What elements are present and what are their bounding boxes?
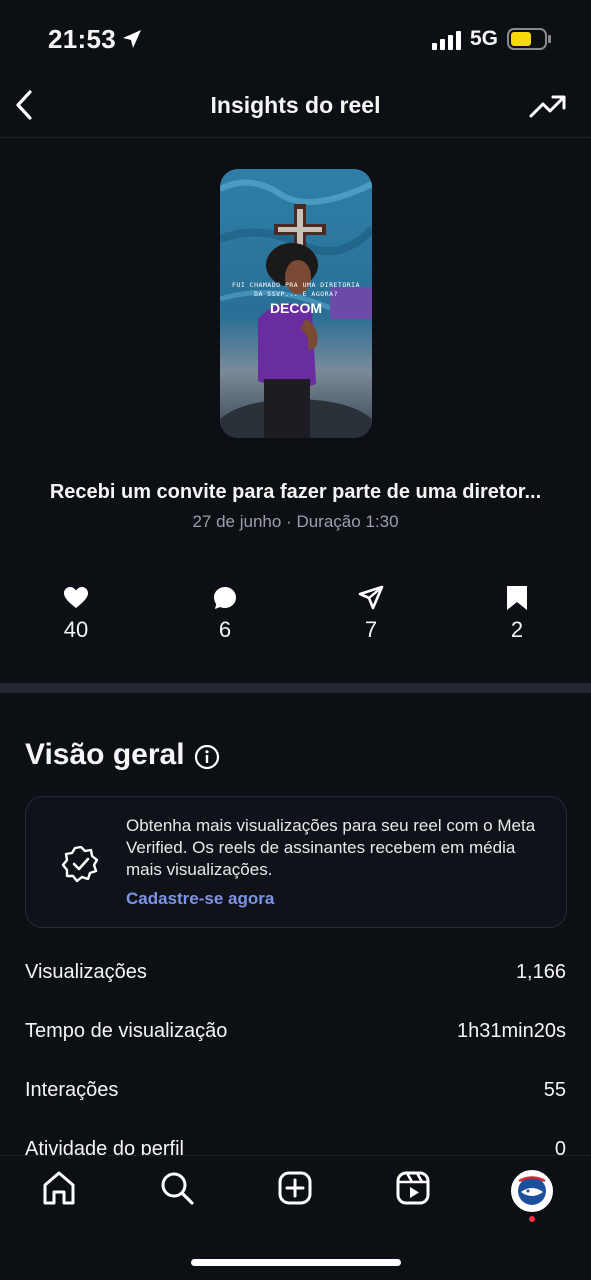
comments-stat: 6 xyxy=(185,585,265,643)
thumbnail-small-text: FUI CHAMADO PRA UMA DIRETORIA DA SSVP...… xyxy=(232,281,360,298)
battery-icon xyxy=(507,28,551,50)
tab-search[interactable] xyxy=(152,1170,202,1216)
meta-verified-card: Obtenha mais visualizações para seu reel… xyxy=(25,796,567,928)
notification-dot xyxy=(529,1216,535,1222)
tab-create[interactable] xyxy=(270,1170,320,1216)
location-arrow-icon xyxy=(123,30,141,48)
shares-count: 7 xyxy=(364,617,378,642)
likes-count: 40 xyxy=(63,617,89,642)
thumbnail-big-text: DECOM xyxy=(269,300,323,316)
section-divider xyxy=(0,683,591,693)
metric-value: 1h31min20s xyxy=(457,1020,566,1042)
cellular-signal-icon xyxy=(432,31,461,50)
reel-caption: Recebi um convite para fazer parte de um… xyxy=(49,481,542,503)
signup-link[interactable]: Cadastre-se agora xyxy=(126,889,274,909)
metric-label: Visualizações xyxy=(25,961,147,983)
network-label: 5G xyxy=(470,27,499,50)
trending-up-icon[interactable] xyxy=(528,92,568,120)
profile-avatar[interactable] xyxy=(511,1170,553,1212)
likes-stat: 40 xyxy=(36,585,116,643)
metric-row-views[interactable]: Visualizações 1,166 xyxy=(25,961,566,1001)
reel-duration: Duração 1:30 xyxy=(296,512,399,531)
saves-count: 2 xyxy=(510,617,524,642)
comments-count: 6 xyxy=(218,617,232,642)
bookmark-icon xyxy=(507,586,527,610)
meta-separator: · xyxy=(281,512,297,531)
shares-stat: 7 xyxy=(331,585,411,643)
search-icon xyxy=(161,1172,194,1205)
metric-row-interactions[interactable]: Interações 55 xyxy=(25,1079,566,1119)
tab-reels[interactable] xyxy=(388,1170,438,1216)
metric-label: Tempo de visualização xyxy=(25,1020,228,1042)
home-indicator xyxy=(191,1259,401,1266)
metric-value: 1,166 xyxy=(515,961,566,983)
promo-text: Obtenha mais visualizações para seu reel… xyxy=(126,816,536,879)
metric-row-watch-time[interactable]: Tempo de visualização 1h31min20s xyxy=(25,1020,566,1060)
status-time: 21:53 xyxy=(48,24,116,54)
send-icon xyxy=(358,585,384,610)
comment-icon xyxy=(214,587,236,609)
info-icon[interactable] xyxy=(194,744,220,770)
reel-date: 27 de junho xyxy=(192,512,282,531)
reels-icon xyxy=(396,1171,430,1205)
reel-thumbnail[interactable]: FUI CHAMADO PRA UMA DIRETORIA DA SSVP...… xyxy=(220,169,372,438)
metric-value: 55 xyxy=(543,1079,566,1101)
metric-label: Interações xyxy=(25,1079,119,1101)
header: Insights do reel xyxy=(0,72,591,138)
home-icon xyxy=(43,1171,75,1205)
tab-home[interactable] xyxy=(34,1170,84,1216)
status-bar: 21:53 5G xyxy=(0,0,591,72)
heart-icon xyxy=(64,587,88,608)
overview-title: Visão geral xyxy=(25,738,185,771)
create-icon xyxy=(278,1171,312,1205)
verified-badge-icon xyxy=(61,845,99,883)
saves-stat: 2 xyxy=(477,585,557,643)
page-title: Insights do reel xyxy=(210,92,381,118)
reel-meta: 27 de junho · Duração 1:30 xyxy=(0,512,591,532)
